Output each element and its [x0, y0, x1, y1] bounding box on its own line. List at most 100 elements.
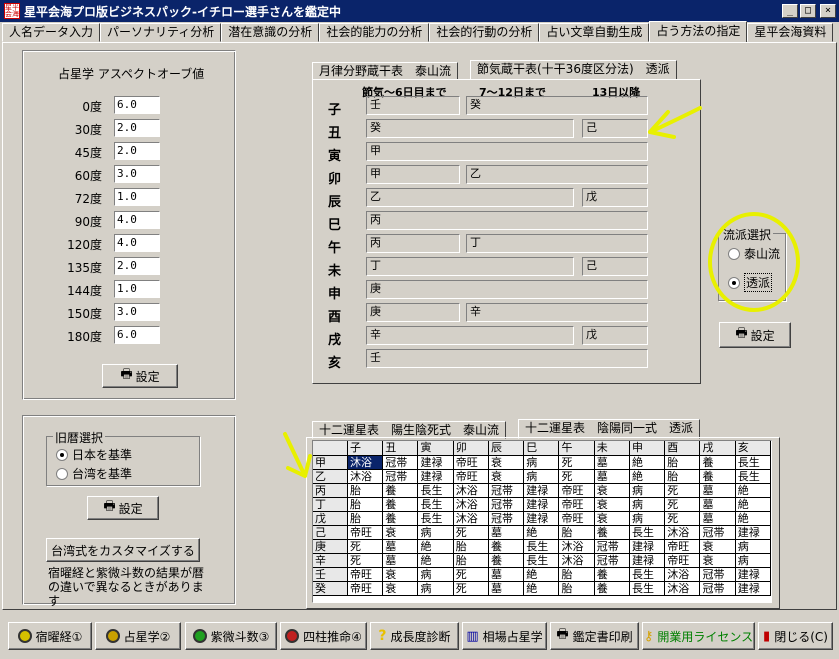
grid-cell[interactable]: 絶: [417, 553, 454, 568]
aspect-orb-input[interactable]: 1.0: [114, 280, 160, 298]
radio-taiwan[interactable]: 台湾を基準: [56, 465, 132, 482]
tab-twelve-tohha[interactable]: 十二運星表 陰陽同一式 透派: [518, 419, 701, 439]
grid-cell[interactable]: 病: [417, 525, 454, 540]
grid-cell[interactable]: 沐浴: [664, 525, 701, 540]
grid-cell[interactable]: 長生: [735, 469, 772, 484]
radio-tohha[interactable]: 透派: [728, 273, 773, 292]
grid-cell[interactable]: 墓: [699, 511, 736, 526]
grid-cell[interactable]: 墓: [382, 539, 419, 554]
grid-cell[interactable]: 長生: [417, 483, 454, 498]
grid-cell[interactable]: 病: [629, 511, 666, 526]
grid-cell[interactable]: 病: [735, 553, 772, 568]
bottom-button-7[interactable]: ⚷ 開業用ライセンス: [642, 622, 755, 650]
grid-cell[interactable]: 衰: [382, 581, 419, 596]
grid-cell[interactable]: 冠帯: [699, 567, 736, 582]
grid-cell[interactable]: 沐浴: [664, 567, 701, 582]
grid-cell[interactable]: 死: [453, 567, 489, 582]
grid-cell[interactable]: 胎: [558, 525, 595, 540]
grid-cell[interactable]: 建禄: [523, 511, 560, 526]
bottom-button-2[interactable]: 紫微斗数③: [185, 622, 277, 650]
grid-cell[interactable]: 病: [629, 483, 666, 498]
grid-cell[interactable]: 養: [594, 525, 630, 540]
grid-cell[interactable]: 病: [523, 455, 560, 470]
tab-method[interactable]: 占う方法の指定: [649, 21, 748, 42]
grid-cell[interactable]: 長生: [417, 511, 454, 526]
grid-cell[interactable]: 長生: [629, 581, 666, 596]
grid-cell[interactable]: 墓: [488, 567, 525, 582]
grid-cell[interactable]: 死: [347, 539, 384, 554]
grid-cell[interactable]: 衰: [594, 511, 630, 526]
grid-cell[interactable]: 帝旺: [347, 525, 384, 540]
grid-cell[interactable]: 長生: [523, 539, 560, 554]
grid-cell[interactable]: 養: [382, 497, 419, 512]
grid-cell[interactable]: 胎: [664, 469, 701, 484]
tab-sekki-zokan[interactable]: 節気蔵干表(十干36度区分法) 透派: [470, 60, 677, 80]
aspect-orb-input[interactable]: 2.0: [114, 142, 160, 160]
grid-cell[interactable]: 死: [453, 525, 489, 540]
grid-cell[interactable]: 冠帯: [382, 455, 419, 470]
tab-auto-text[interactable]: 占い文章自動生成: [539, 23, 650, 42]
grid-cell[interactable]: 養: [594, 581, 630, 596]
calendar-set-button[interactable]: 🖶 設定: [87, 496, 159, 520]
grid-cell[interactable]: 養: [382, 483, 419, 498]
bottom-button-4[interactable]: ? 成長度診断: [370, 622, 459, 650]
grid-cell[interactable]: 死: [664, 483, 701, 498]
grid-cell[interactable]: 冠帯: [594, 539, 630, 554]
tab-personality[interactable]: パーソナリティ分析: [100, 23, 222, 42]
grid-cell[interactable]: 死: [664, 497, 701, 512]
grid-cell[interactable]: 墓: [594, 455, 630, 470]
grid-cell[interactable]: 建禄: [735, 581, 772, 596]
grid-cell[interactable]: 建禄: [417, 469, 454, 484]
grid-cell[interactable]: 死: [664, 511, 701, 526]
grid-cell[interactable]: 長生: [735, 455, 772, 470]
grid-cell[interactable]: 建禄: [629, 539, 666, 554]
tab-social-behavior[interactable]: 社会的行動の分析: [429, 23, 540, 42]
bottom-button-6[interactable]: 🖶 鑑定書印刷: [550, 622, 639, 650]
grid-cell[interactable]: 絶: [735, 511, 772, 526]
grid-cell[interactable]: 冠帯: [699, 581, 736, 596]
grid-cell[interactable]: 帝旺: [453, 455, 489, 470]
grid-cell[interactable]: 絶: [629, 455, 666, 470]
grid-cell[interactable]: 絶: [629, 469, 666, 484]
grid-cell[interactable]: 衰: [594, 483, 630, 498]
aspect-orb-input[interactable]: 2.0: [114, 257, 160, 275]
grid-cell[interactable]: 絶: [735, 483, 772, 498]
grid-cell[interactable]: 死: [453, 581, 489, 596]
grid-cell[interactable]: 病: [735, 539, 772, 554]
grid-cell[interactable]: 養: [699, 469, 736, 484]
grid-cell[interactable]: 病: [523, 469, 560, 484]
grid-cell[interactable]: 墓: [699, 497, 736, 512]
bottom-button-1[interactable]: 占星学②: [95, 622, 181, 650]
aspect-orb-input[interactable]: 4.0: [114, 234, 160, 252]
close-button[interactable]: ×: [820, 4, 836, 18]
grid-cell[interactable]: 帝旺: [558, 497, 595, 512]
grid-cell[interactable]: 墓: [699, 483, 736, 498]
grid-cell[interactable]: 養: [488, 539, 525, 554]
grid-cell[interactable]: 絶: [523, 567, 560, 582]
grid-cell[interactable]: 冠帯: [699, 525, 736, 540]
grid-cell[interactable]: 墓: [594, 469, 630, 484]
grid-cell[interactable]: 胎: [664, 455, 701, 470]
aspect-orb-input[interactable]: 4.0: [114, 211, 160, 229]
grid-cell[interactable]: 病: [629, 497, 666, 512]
tab-social-ability[interactable]: 社会的能力の分析: [319, 23, 430, 42]
grid-cell[interactable]: 養: [488, 553, 525, 568]
grid-cell[interactable]: 墓: [488, 581, 525, 596]
grid-cell[interactable]: 建禄: [735, 567, 772, 582]
grid-cell[interactable]: 建禄: [417, 455, 454, 470]
grid-cell[interactable]: 絶: [523, 581, 560, 596]
grid-cell[interactable]: 沐浴: [453, 483, 489, 498]
grid-cell[interactable]: 建禄: [735, 525, 772, 540]
grid-cell[interactable]: 胎: [347, 511, 384, 526]
grid-cell[interactable]: 長生: [417, 497, 454, 512]
grid-cell[interactable]: 冠帯: [488, 483, 525, 498]
grid-cell[interactable]: 帝旺: [664, 553, 701, 568]
radio-japan[interactable]: 日本を基準: [56, 446, 132, 463]
grid-cell[interactable]: 帝旺: [664, 539, 701, 554]
grid-cell[interactable]: 病: [417, 567, 454, 582]
grid-cell[interactable]: 衰: [699, 553, 736, 568]
grid-cell[interactable]: 長生: [629, 567, 666, 582]
grid-cell[interactable]: 長生: [523, 553, 560, 568]
grid-cell[interactable]: 胎: [453, 539, 489, 554]
aspect-orb-input[interactable]: 3.0: [114, 303, 160, 321]
